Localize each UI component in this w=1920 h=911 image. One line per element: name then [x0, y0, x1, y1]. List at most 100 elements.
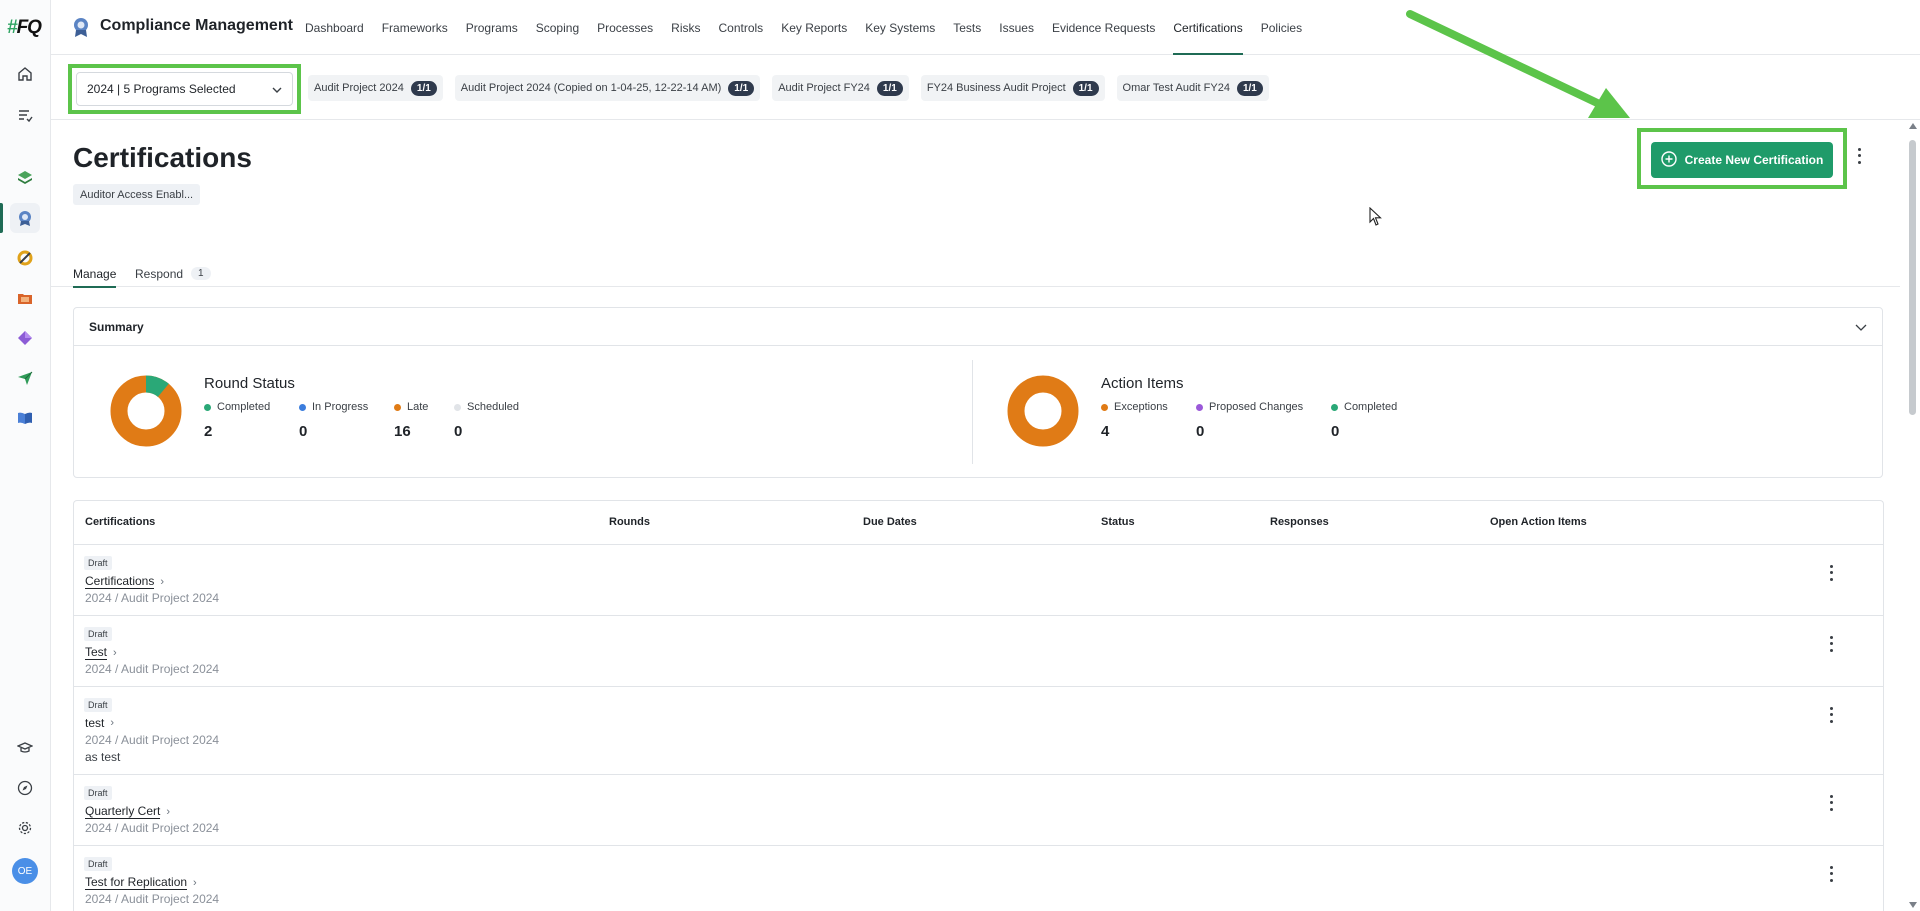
- chevron-right-icon: ›: [160, 575, 165, 588]
- scroll-up-icon[interactable]: [1909, 123, 1917, 129]
- row-name-link[interactable]: Test ›: [85, 645, 117, 660]
- row-description: as test: [85, 750, 121, 764]
- row-name-link[interactable]: Test for Replication ›: [85, 875, 197, 890]
- action-items-exceptions-segment: [1007, 375, 1079, 447]
- nav-policies[interactable]: Policies: [1252, 0, 1311, 55]
- row-name-link[interactable]: Quarterly Cert ›: [85, 804, 170, 819]
- summary-card: Summary Round Status Completed 2 In Prog…: [73, 307, 1883, 478]
- chevron-right-icon: ›: [166, 805, 171, 818]
- nav-scoping[interactable]: Scoping: [527, 0, 588, 55]
- program-chip-count: 1/1: [728, 80, 755, 96]
- summary-divider: [972, 360, 973, 464]
- create-new-certification-button[interactable]: Create New Certification: [1651, 142, 1833, 178]
- program-chip[interactable]: Audit Project 2024 (Copied on 1-04-25, 1…: [454, 75, 761, 101]
- send-icon[interactable]: [10, 363, 40, 393]
- program-chip[interactable]: Omar Test Audit FY24 1/1: [1116, 75, 1269, 101]
- column-due-dates[interactable]: Due Dates: [863, 516, 917, 528]
- action-items-title: Action Items: [1101, 375, 1184, 392]
- home-icon[interactable]: [10, 59, 40, 89]
- program-chip-count: 1/1: [410, 80, 437, 96]
- view-tabs: Manage Respond 1: [51, 250, 1900, 288]
- folder-icon[interactable]: [10, 283, 40, 313]
- risk-ring-icon[interactable]: [10, 243, 40, 273]
- scroll-thumb[interactable]: [1909, 140, 1916, 415]
- row-program: 2024 / Audit Project 2024: [85, 591, 220, 605]
- summary-header[interactable]: Summary: [74, 308, 1882, 346]
- page-scrollbar[interactable]: [1906, 120, 1920, 911]
- program-chip[interactable]: FY24 Business Audit Project 1/1: [920, 75, 1105, 101]
- plus-circle-icon: [1660, 150, 1677, 170]
- auditor-access-chip[interactable]: Auditor Access Enabl...: [73, 184, 201, 205]
- certification-badge-icon: [71, 16, 91, 41]
- status-badge: Draft: [84, 857, 112, 871]
- scroll-down-icon[interactable]: [1909, 902, 1917, 908]
- nav-processes[interactable]: Processes: [588, 0, 662, 55]
- table-row[interactable]: Draft test › 2024 / Audit Project 2024 as…: [74, 687, 1883, 775]
- nav-frameworks[interactable]: Frameworks: [373, 0, 457, 55]
- top-navigation: Compliance Management Dashboard Framewor…: [51, 0, 1920, 55]
- chevron-down-icon[interactable]: [1855, 320, 1867, 334]
- table-row[interactable]: Draft Quarterly Cert › 2024 / Audit Proje…: [74, 775, 1883, 846]
- respond-count-badge: 1: [191, 267, 211, 280]
- more-options-icon[interactable]: [1852, 146, 1866, 166]
- nav-tests[interactable]: Tests: [944, 0, 990, 55]
- row-program: 2024 / Audit Project 2024: [85, 821, 220, 835]
- nav-risks[interactable]: Risks: [662, 0, 709, 55]
- create-button-highlight: Create New Certification: [1637, 128, 1847, 189]
- tab-manage[interactable]: Manage: [73, 260, 117, 288]
- app-title: Compliance Management: [100, 17, 293, 34]
- nav-certifications[interactable]: Certifications: [1164, 0, 1251, 55]
- status-badge: Draft: [84, 698, 112, 712]
- row-more-options-icon[interactable]: [1824, 864, 1838, 884]
- table-row[interactable]: Draft Test for Replication › 2024 / Audit…: [74, 846, 1883, 911]
- nav-controls[interactable]: Controls: [710, 0, 773, 55]
- nav-dashboard[interactable]: Dashboard: [296, 0, 373, 55]
- app-logo[interactable]: #FQ: [7, 17, 42, 39]
- nav-key-systems[interactable]: Key Systems: [856, 0, 944, 55]
- program-chip[interactable]: Audit Project FY24 1/1: [772, 75, 909, 101]
- user-avatar[interactable]: OE: [12, 858, 38, 884]
- column-certifications[interactable]: Certifications: [85, 516, 155, 528]
- certification-badge-icon[interactable]: [0, 203, 40, 233]
- chevron-right-icon: ›: [110, 717, 115, 729]
- row-more-options-icon[interactable]: [1824, 563, 1838, 583]
- program-chip[interactable]: Audit Project 2024 1/1: [308, 75, 443, 101]
- row-name-link[interactable]: test ›: [85, 716, 114, 730]
- round-status-title: Round Status: [204, 375, 295, 392]
- nav-key-reports[interactable]: Key Reports: [772, 0, 856, 55]
- row-more-options-icon[interactable]: [1824, 634, 1838, 654]
- gear-icon[interactable]: [10, 813, 40, 843]
- page-title: Certifications: [73, 142, 252, 173]
- legend-dot: [1101, 403, 1108, 411]
- row-name-link[interactable]: Certifications ›: [85, 574, 164, 589]
- row-more-options-icon[interactable]: [1824, 793, 1838, 813]
- column-status[interactable]: Status: [1101, 516, 1135, 528]
- table-row[interactable]: Draft Certifications › 2024 / Audit Proje…: [74, 545, 1883, 616]
- column-rounds[interactable]: Rounds: [609, 516, 650, 528]
- book-icon[interactable]: [10, 403, 40, 433]
- action-items-donut: [1007, 375, 1079, 447]
- row-more-options-icon[interactable]: [1824, 705, 1838, 725]
- task-list-icon[interactable]: [10, 100, 40, 130]
- diamond-icon[interactable]: [10, 323, 40, 353]
- program-select[interactable]: 2024 | 5 Programs Selected: [76, 72, 293, 106]
- program-select-value: 2024 | 5 Programs Selected: [87, 82, 236, 96]
- table-header: Certifications Rounds Due Dates Status R…: [74, 501, 1883, 545]
- column-responses[interactable]: Responses: [1270, 516, 1329, 528]
- table-row[interactable]: Draft Test › 2024 / Audit Project 2024: [74, 616, 1883, 687]
- legend-dot: [1196, 403, 1203, 411]
- program-chip-count: 1/1: [1236, 80, 1263, 96]
- chevron-right-icon: ›: [113, 646, 117, 659]
- tab-respond[interactable]: Respond 1: [135, 260, 211, 287]
- compass-icon[interactable]: [10, 773, 40, 803]
- status-badge: Draft: [84, 627, 112, 641]
- status-badge: Draft: [84, 556, 112, 570]
- summary-title: Summary: [89, 319, 144, 334]
- nav-programs[interactable]: Programs: [457, 0, 527, 55]
- compliance-stack-icon[interactable]: [10, 163, 40, 193]
- nav-evidence-requests[interactable]: Evidence Requests: [1043, 0, 1164, 55]
- row-program: 2024 / Audit Project 2024: [85, 733, 220, 747]
- column-open-action-items[interactable]: Open Action Items: [1490, 516, 1587, 528]
- learning-cap-icon[interactable]: [10, 733, 40, 763]
- nav-issues[interactable]: Issues: [990, 0, 1043, 55]
